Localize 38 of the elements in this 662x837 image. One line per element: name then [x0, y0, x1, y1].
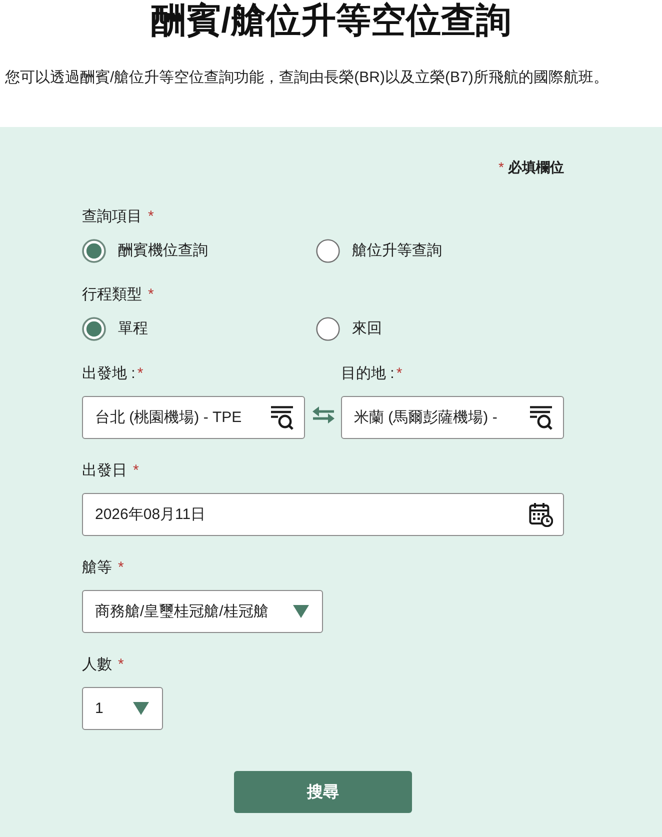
- field-label: 查詢項目: [82, 207, 142, 227]
- caret-icon: [293, 605, 309, 618]
- required-asterisk: *: [118, 558, 124, 578]
- required-note: 必填欄位: [508, 158, 564, 176]
- radio-option[interactable]: 來回: [316, 317, 382, 341]
- intro-text: 您可以透過酬賓/艙位升等空位查詢功能，查詢由長榮(BR)以及立榮(B7)所飛航的國際航班。: [5, 68, 608, 88]
- date-field[interactable]: 2026年08月11日: [82, 493, 564, 536]
- required-asterisk: *: [148, 207, 154, 227]
- list-search-icon[interactable]: [529, 405, 553, 430]
- field-label: 出發日: [82, 461, 127, 481]
- radio-icon[interactable]: [82, 239, 106, 263]
- field-label: 艙等: [82, 558, 112, 578]
- origin-field[interactable]: 台北 (桃園機場) - TPE: [82, 396, 305, 439]
- field-label: 人數: [82, 655, 112, 675]
- required-asterisk: *: [148, 285, 154, 305]
- field-label: 出發地 :: [82, 364, 136, 384]
- required-asterisk: *: [498, 158, 504, 176]
- required-asterisk: *: [396, 364, 402, 384]
- required-asterisk: *: [118, 655, 124, 675]
- required-asterisk: *: [133, 461, 139, 481]
- caret-icon: [133, 702, 149, 715]
- required-asterisk: *: [137, 364, 144, 384]
- list-search-icon[interactable]: [270, 405, 294, 430]
- calendar-clock-icon[interactable]: [529, 502, 553, 527]
- search-button[interactable]: 搜尋: [234, 771, 412, 813]
- radio-icon[interactable]: [82, 317, 106, 341]
- radio-icon[interactable]: [316, 317, 340, 341]
- radio-option[interactable]: 酬賓機位查詢: [82, 239, 208, 263]
- radio-icon[interactable]: [316, 239, 340, 263]
- swap-arrows-icon[interactable]: [312, 406, 334, 424]
- radio-option[interactable]: 單程: [82, 317, 148, 341]
- radio-option[interactable]: 艙位升等查詢: [316, 239, 442, 263]
- cabin-class-select[interactable]: 商務艙/皇璽桂冠艙/桂冠艙: [82, 590, 323, 633]
- passengers-select[interactable]: 1: [82, 687, 163, 730]
- field-label: 行程類型: [82, 285, 142, 305]
- destination-field[interactable]: 米蘭 (馬爾彭薩機場) -: [341, 396, 564, 439]
- page-title: 酬賓/艙位升等空位查詢: [150, 0, 512, 42]
- field-label: 目的地 :: [341, 364, 394, 384]
